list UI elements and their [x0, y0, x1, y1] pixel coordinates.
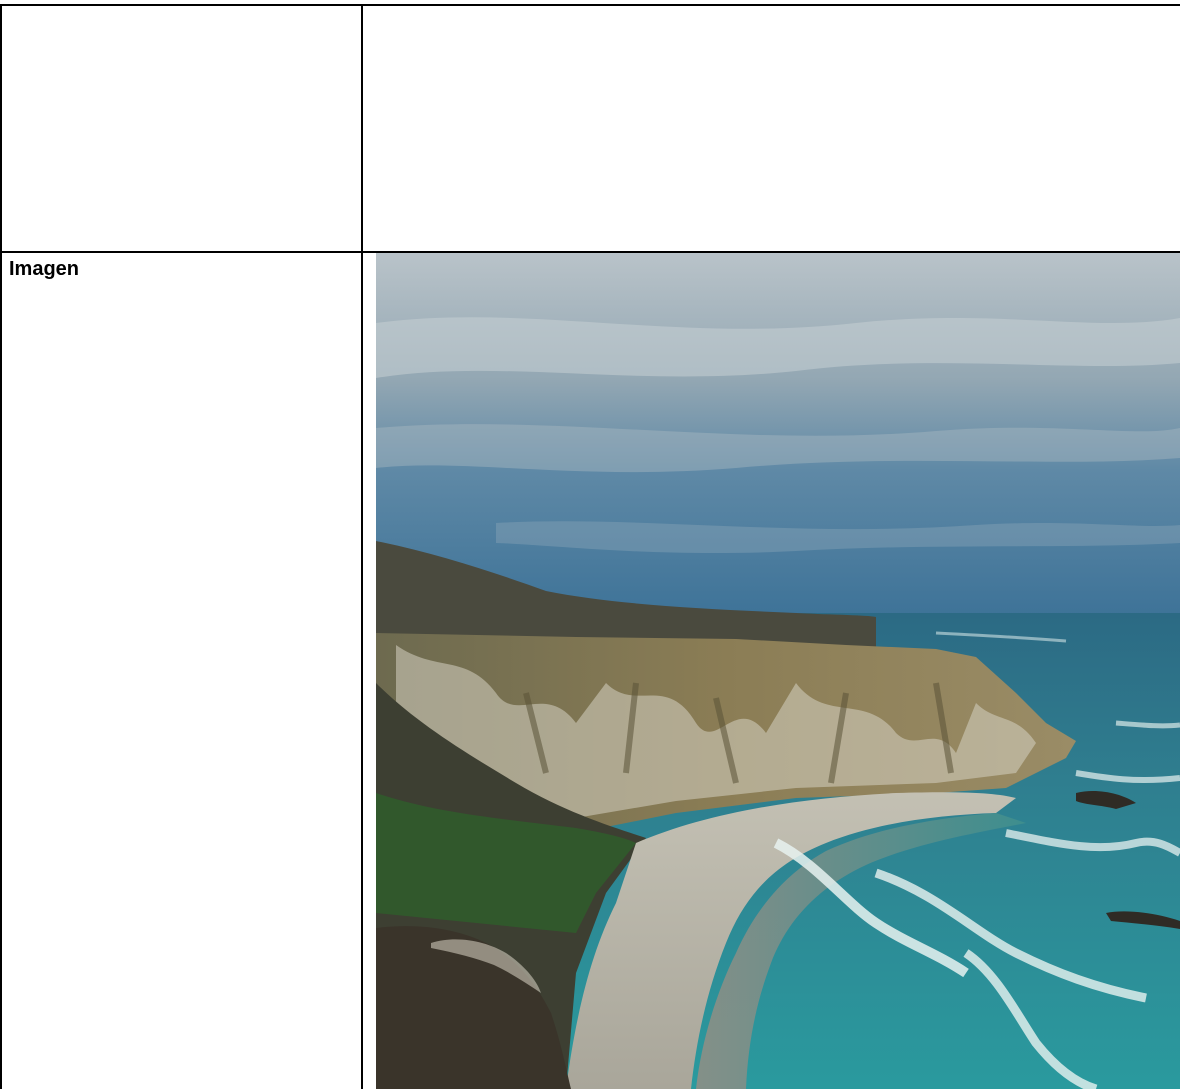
coastal-photo — [376, 253, 1180, 1089]
row-1-content-cell — [363, 6, 1180, 251]
document-table: Imagen — [0, 0, 1180, 1089]
row-1-label-cell — [2, 6, 361, 251]
row-2-label: Imagen — [9, 258, 80, 280]
coastal-photo-image — [376, 253, 1180, 1089]
